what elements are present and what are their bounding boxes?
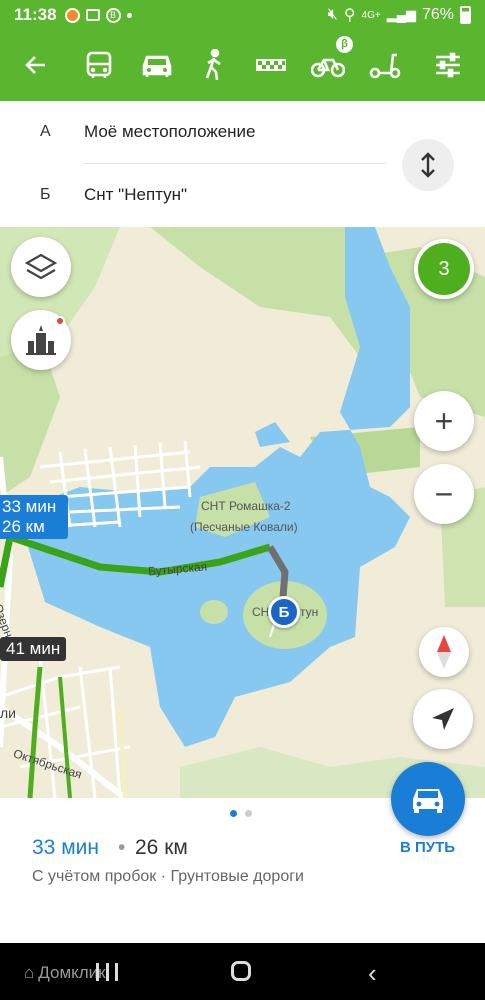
route-to-letter: Б	[40, 186, 51, 203]
compass-icon	[437, 635, 451, 669]
map-place-label-3: СН	[252, 605, 270, 619]
watermark: ⌂ Домклик	[24, 963, 106, 983]
location-arrow-icon	[432, 708, 454, 730]
my-location-button[interactable]	[413, 689, 473, 749]
route-time-label[interactable]: 33 мин 26 км	[0, 495, 68, 539]
status-bar: 11:38 B 🔇︎ ⚲ 4G+ ▂▄▆ 76%	[0, 0, 485, 30]
b-notification-icon: B	[105, 7, 121, 23]
car-icon	[142, 55, 172, 77]
arrow-left-icon	[25, 56, 45, 74]
bus-icon	[86, 51, 112, 78]
notification-icons: B	[64, 7, 132, 23]
mode-bike-button[interactable]: β	[307, 36, 353, 86]
layers-button[interactable]	[11, 237, 71, 297]
pager-dot-active	[230, 810, 237, 817]
system-icons: 🔇︎ ⚲ 4G+ ▂▄▆ 76%	[328, 5, 471, 25]
status-time: 11:38	[14, 5, 57, 24]
app-notification-icon	[64, 7, 80, 23]
notification-dot	[55, 316, 65, 326]
swap-route-button[interactable]	[402, 139, 454, 191]
summary-time: 33 мин	[32, 836, 99, 859]
signal-icon: ▂▄▆	[386, 7, 416, 22]
mode-bus-button[interactable]	[78, 44, 120, 86]
landmark-icon	[26, 325, 56, 355]
transport-mode-bar: β	[0, 30, 485, 101]
route-settings-button[interactable]	[427, 44, 469, 86]
map-place-label-1: СНТ Ромашка-2	[201, 499, 291, 513]
bike-icon	[311, 58, 345, 78]
route-summary-sheet[interactable]: 33 мин • 26 км С учётом пробок · Грунтов…	[0, 762, 485, 943]
bike-beta-badge: β	[336, 36, 353, 53]
zoom-in-button[interactable]: +	[414, 391, 474, 451]
route-time: 33 мин	[2, 497, 57, 516]
route-distance: 26 км	[2, 517, 45, 536]
summary-distance: 26 км	[135, 836, 188, 859]
taxi-icon	[256, 59, 286, 71]
map-place-label-4: тун	[300, 605, 319, 619]
back-button[interactable]	[15, 44, 57, 86]
route-from-letter: А	[40, 123, 51, 140]
mute-icon: 🔇︎	[327, 6, 338, 23]
zoom-out-button[interactable]: −	[414, 464, 474, 524]
mode-scooter-button[interactable]	[364, 44, 406, 86]
places-button[interactable]	[11, 310, 71, 370]
swap-vertical-icon	[421, 152, 435, 178]
battery-level: 76%	[421, 6, 454, 23]
map-place-label-2: (Песчаные Ковали)	[190, 520, 298, 534]
route-panel: А Моё местоположение Б Снт "Нептун"	[0, 101, 485, 227]
alt-routes-count: 3	[418, 243, 470, 295]
start-navigation-label[interactable]: В ПУТЬ	[400, 839, 455, 856]
route-to-text: Снт "Нептун"	[84, 185, 188, 204]
domclick-logo-icon: ⌂	[24, 963, 35, 982]
scooter-icon	[369, 53, 401, 79]
more-notifications-icon	[126, 12, 132, 18]
start-navigation-button[interactable]	[391, 762, 465, 836]
home-button[interactable]	[231, 961, 251, 981]
pager-dot	[245, 810, 252, 817]
layers-icon	[24, 253, 58, 280]
mode-walk-button[interactable]	[193, 44, 235, 86]
mode-car-button[interactable]	[136, 44, 178, 86]
minus-icon: −	[434, 476, 454, 512]
plus-icon: +	[434, 403, 454, 439]
sliders-icon	[436, 52, 460, 78]
destination-marker[interactable]: Б	[268, 596, 300, 628]
alt-route-time-label[interactable]: 41 мин	[0, 637, 67, 661]
mode-taxi-button[interactable]	[250, 44, 292, 86]
route-from-field[interactable]: А Моё местоположение	[0, 101, 390, 163]
summary-note: С учётом пробок · Грунтовые дороги	[32, 868, 304, 885]
system-nav-bar: ⌂ Домклик ‹	[0, 943, 485, 1000]
network-type: 4G+	[361, 9, 381, 21]
car-icon	[413, 789, 443, 813]
location-icon: ⚲	[343, 7, 356, 24]
gallery-notification-icon	[85, 9, 100, 21]
walk-icon	[205, 49, 221, 81]
summary-separator: •	[118, 836, 126, 859]
map-view[interactable]: СНТ Ромашка-2 (Песчаные Ковали) СН тун Б…	[0, 227, 485, 798]
back-nav-button[interactable]: ‹	[368, 958, 377, 989]
route-to-field[interactable]: Б Снт "Нептун"	[0, 164, 390, 226]
alt-routes-button[interactable]: 3	[414, 239, 474, 299]
recent-apps-button[interactable]	[96, 963, 118, 981]
compass-button[interactable]	[419, 627, 469, 677]
battery-icon	[460, 6, 471, 24]
route-from-text: Моё местоположение	[84, 122, 256, 141]
map-edge-label: ли	[0, 705, 16, 721]
route-pager	[230, 810, 252, 817]
